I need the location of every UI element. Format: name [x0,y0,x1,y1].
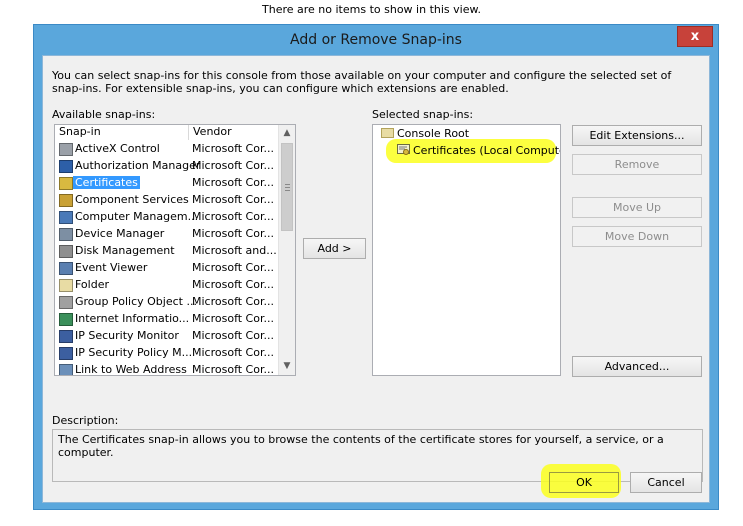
snapin-vendor: Microsoft and... [192,244,277,257]
snapin-name: Event Viewer [75,261,148,274]
list-item[interactable]: Device Manager Microsoft Cor... [55,226,285,243]
column-header-vendor[interactable]: Vendor [189,125,279,140]
tree-item-certificates-local[interactable]: Certificates (Local Computer) [413,144,560,157]
available-snapins-list[interactable]: Snap-in Vendor ActiveX Control Microsoft … [54,124,296,376]
snapin-name: Computer Managem... [75,210,199,223]
edit-extensions-button[interactable]: Edit Extensions... [572,125,702,146]
move-down-button[interactable]: Move Down [572,226,702,247]
snapin-vendor: Microsoft Cor... [192,363,274,376]
event-viewer-icon [59,262,73,275]
remove-button[interactable]: Remove [572,154,702,175]
ip-policy-icon [59,347,73,360]
snapin-vendor: Microsoft Cor... [192,227,274,240]
snapin-vendor: Microsoft Cor... [192,295,274,308]
list-item[interactable]: Certificates Microsoft Cor... [55,175,285,192]
description-label: Description: [52,414,119,427]
move-up-button[interactable]: Move Up [572,197,702,218]
scroll-down-icon[interactable]: ▼ [280,359,294,374]
list-item[interactable]: Authorization Manager Microsoft Cor... [55,158,285,175]
snapin-name: Link to Web Address [75,363,187,376]
list-item[interactable]: IP Security Monitor Microsoft Cor... [55,328,285,345]
snapin-name: Component Services [75,193,189,206]
snapin-name: Group Policy Object ... [75,295,197,308]
device-manager-icon [59,228,73,241]
intro-text: You can select snap-ins for this console… [52,69,672,95]
snapin-name: Device Manager [75,227,165,240]
empty-view-message: There are no items to show in this view. [262,3,481,16]
selected-snapins-label: Selected snap-ins: [372,108,474,121]
activex-icon [59,143,73,156]
list-item[interactable]: Link to Web Address Microsoft Cor... [55,362,285,376]
list-item[interactable]: Internet Informatio... Microsoft Cor... [55,311,285,328]
grip-icon [285,184,290,191]
available-list-scrollbar[interactable]: ▲ ▼ [278,125,295,375]
title-bar[interactable]: Add or Remove Snap-ins x [34,25,718,55]
folder-icon [381,128,394,138]
column-header-snapin[interactable]: Snap-in [55,125,189,140]
authorization-icon [59,160,73,173]
list-item[interactable]: ActiveX Control Microsoft Cor... [55,141,285,158]
snapin-name: IP Security Policy M... [75,346,193,359]
snapin-name: Internet Informatio... [75,312,190,325]
computer-management-icon [59,211,73,224]
available-snapins-label: Available snap-ins: [52,108,156,121]
close-icon: x [690,29,700,44]
list-item[interactable]: Folder Microsoft Cor... [55,277,285,294]
snapin-vendor: Microsoft Cor... [192,142,274,155]
selected-snapins-tree[interactable]: Console Root Certificates (Local Compute… [372,124,561,376]
snapin-name: ActiveX Control [75,142,160,155]
snapin-vendor: Microsoft Cor... [192,329,274,342]
snapin-name: Folder [75,278,109,291]
list-item[interactable]: Computer Managem... Microsoft Cor... [55,209,285,226]
dialog-title: Add or Remove Snap-ins [290,32,462,48]
snapin-vendor: Microsoft Cor... [192,210,274,223]
list-item[interactable]: Group Policy Object ... Microsoft Cor... [55,294,285,311]
snapin-vendor: Microsoft Cor... [192,278,274,291]
advanced-button[interactable]: Advanced... [572,356,702,377]
scroll-up-icon[interactable]: ▲ [280,126,294,141]
link-icon [59,364,73,375]
close-button[interactable]: x [677,26,713,47]
snapin-name: Disk Management [75,244,175,257]
snapin-vendor: Microsoft Cor... [192,193,274,206]
add-remove-snapins-dialog: Add or Remove Snap-ins x You can select … [33,24,719,510]
snapin-name: Authorization Manager [75,159,201,172]
snapin-vendor: Microsoft Cor... [192,261,274,274]
cancel-button[interactable]: Cancel [630,472,702,493]
ok-button[interactable]: OK [549,472,619,493]
component-services-icon [59,194,73,207]
list-item[interactable]: Event Viewer Microsoft Cor... [55,260,285,277]
dialog-body: You can select snap-ins for this console… [42,55,710,503]
snapin-name: IP Security Monitor [75,329,179,342]
snapin-vendor: Microsoft Cor... [192,176,274,189]
certificate-icon [397,144,410,156]
description-text: The Certificates snap-in allows you to b… [58,433,664,459]
scroll-thumb[interactable] [281,143,293,231]
certificate-icon [59,177,73,190]
snapin-vendor: Microsoft Cor... [192,159,274,172]
snapin-vendor: Microsoft Cor... [192,312,274,325]
snapin-vendor: Microsoft Cor... [192,346,274,359]
ip-security-icon [59,330,73,343]
list-item[interactable]: Disk Management Microsoft and... [55,243,285,260]
group-policy-icon [59,296,73,309]
disk-icon [59,245,73,258]
list-item[interactable]: Component Services Microsoft Cor... [55,192,285,209]
list-item[interactable]: IP Security Policy M... Microsoft Cor... [55,345,285,362]
iis-icon [59,313,73,326]
add-button[interactable]: Add > [303,238,366,259]
snapin-name: Certificates [73,176,140,189]
folder-icon [59,279,73,292]
